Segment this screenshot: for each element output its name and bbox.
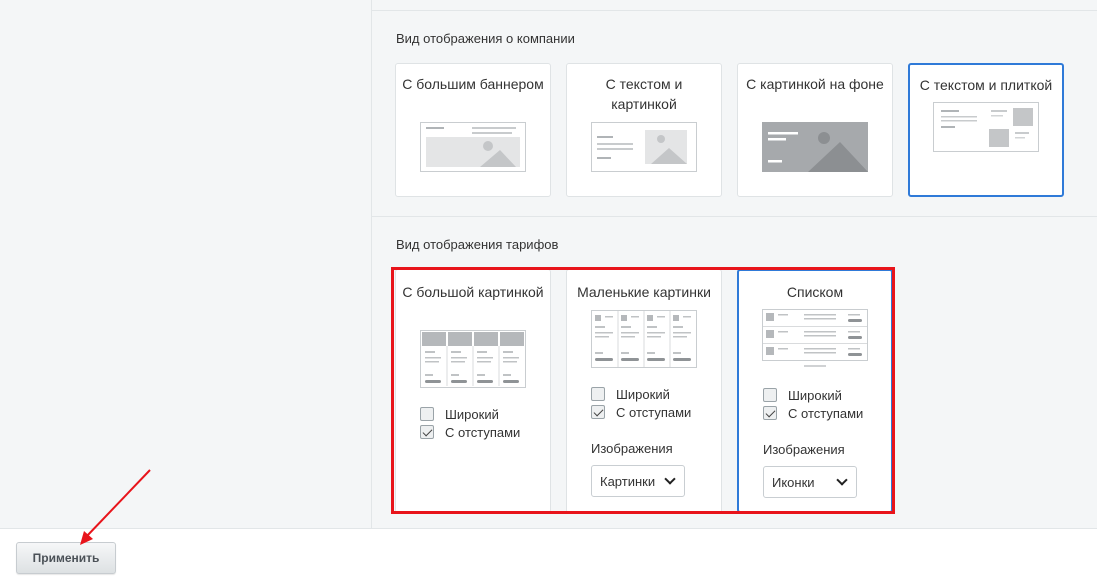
images-label: Изображения: [591, 441, 673, 456]
wide-checkbox[interactable]: Широкий: [763, 386, 842, 404]
wide-checkbox-label: Широкий: [616, 386, 670, 402]
wide-checkbox-label: Широкий: [788, 387, 842, 403]
images-select[interactable]: Картинки: [591, 465, 685, 497]
company-option-label: С текстом и картинкой: [605, 76, 683, 112]
tariff-option-label: Списком: [786, 284, 844, 300]
company-option-label: С текстом и плиткой: [919, 77, 1053, 93]
padding-checkbox[interactable]: С отступами: [420, 423, 520, 441]
company-option-label: С картинкой на фоне: [746, 76, 884, 92]
big-banner-thumbnail: [420, 122, 526, 172]
settings-content: Вид отображения о компании С большим бан…: [371, 0, 1097, 528]
padding-checkbox-box[interactable]: [420, 425, 434, 439]
padding-checkbox-box[interactable]: [763, 406, 777, 420]
left-panel: [0, 0, 371, 528]
company-option-image-background[interactable]: С картинкой на фоне: [737, 63, 893, 197]
padding-checkbox[interactable]: С отступами: [763, 404, 863, 422]
padding-checkbox-label: С отступами: [788, 405, 864, 421]
wide-checkbox[interactable]: Широкий: [591, 385, 670, 403]
wide-checkbox[interactable]: Широкий: [420, 405, 499, 423]
list-thumbnail: [762, 309, 868, 367]
tariff-display-section: Вид отображения тарифов С большой картин…: [372, 216, 1097, 528]
text-tiles-thumbnail: [933, 102, 1039, 152]
tariff-option-small-images[interactable]: Маленькие картинки Широкий С отступами И…: [566, 269, 722, 513]
wide-checkbox-label: Широкий: [445, 406, 499, 422]
images-select-value: Иконки: [772, 474, 815, 490]
image-background-thumbnail: [762, 122, 868, 172]
company-option-label: С большим баннером: [402, 76, 544, 92]
apply-button[interactable]: Применить: [16, 542, 116, 574]
images-select[interactable]: Иконки: [763, 466, 857, 498]
company-display-section: Вид отображения о компании С большим бан…: [372, 10, 1097, 216]
tariff-option-list[interactable]: Списком Широкий С отступами Изображения …: [737, 269, 893, 513]
company-option-big-banner[interactable]: С большим баннером: [395, 63, 551, 197]
big-image-thumbnail: [420, 330, 526, 388]
images-select-value: Картинки: [600, 473, 656, 489]
tariff-option-label: Маленькие картинки: [577, 284, 711, 300]
wide-checkbox-box[interactable]: [763, 388, 777, 402]
padding-checkbox-label: С отступами: [445, 424, 521, 440]
chevron-down-icon: [836, 474, 848, 486]
small-images-thumbnail: [591, 310, 697, 368]
tariff-option-label: С большой картинкой: [402, 284, 544, 300]
footer-bar: Применить: [0, 528, 1097, 584]
padding-checkbox[interactable]: С отступами: [591, 403, 691, 421]
chevron-down-icon: [664, 473, 676, 485]
tariff-section-title: Вид отображения тарифов: [396, 237, 559, 252]
padding-checkbox-label: С отступами: [616, 404, 692, 420]
images-label: Изображения: [763, 442, 845, 457]
tariff-option-big-image[interactable]: С большой картинкой Широкий С отступами: [395, 269, 551, 513]
company-option-text-tiles[interactable]: С текстом и плиткой: [908, 63, 1064, 197]
company-option-text-image[interactable]: С текстом и картинкой: [566, 63, 722, 197]
text-image-thumbnail: [591, 122, 697, 172]
wide-checkbox-box[interactable]: [591, 387, 605, 401]
company-section-title: Вид отображения о компании: [396, 31, 575, 46]
wide-checkbox-box[interactable]: [420, 407, 434, 421]
padding-checkbox-box[interactable]: [591, 405, 605, 419]
